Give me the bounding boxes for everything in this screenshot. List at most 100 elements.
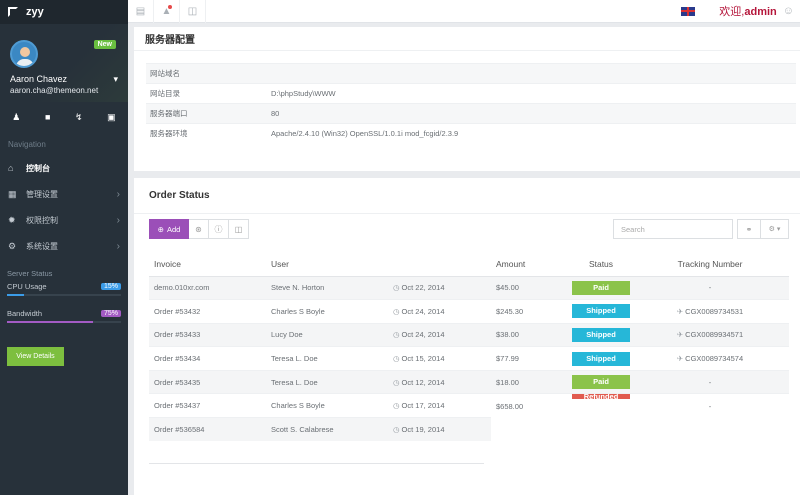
message-icon[interactable]: ■ [45, 112, 50, 128]
plane-icon: ✈ [676, 306, 684, 316]
language-flag-icon[interactable] [681, 6, 696, 16]
plane-icon: ✈ [676, 330, 684, 340]
nav-item-label: 控制台 [26, 163, 50, 173]
brand[interactable]: zyy [0, 0, 128, 24]
profile-panel: New Aaron Chavez ▾ aaron.cha@themeon.net [0, 24, 128, 102]
config-table: 网站域名 网站目录 D:\phpStudy\WWW 服务器端口 80 服务器环境 Ap… [146, 63, 796, 144]
menu-toggle-icon[interactable]: ▤ [128, 0, 154, 23]
status-badge: Paid [572, 280, 630, 295]
panel-title: 服务器配置 [134, 27, 800, 51]
config-row: 服务器环境 Apache/2.4.10 (Win32) OpenSSL/1.0.1… [146, 123, 796, 144]
top-bar-right: 欢迎,admin ☺ [681, 3, 800, 19]
sidebar: zyy New Aaron Chavez ▾ aaron.cha@themeon… [0, 0, 128, 495]
bell-icon[interactable]: ▲ [154, 0, 180, 23]
cpu-progress-track [7, 294, 121, 296]
table-row[interactable]: Order #536584 Scott S. Calabrese ◷ Oct 19… [149, 417, 789, 442]
table-row[interactable]: Order #53437 Charles S Boyle ◷ Oct 17, 20… [149, 393, 789, 418]
info-button[interactable]: ⓘ [209, 219, 229, 239]
col-invoice[interactable]: Invoice [149, 252, 266, 277]
search-input[interactable] [613, 219, 733, 239]
refresh-button[interactable]: ⚭ [737, 219, 761, 239]
welcome-text[interactable]: 欢迎,admin [719, 3, 776, 19]
user-name: Aaron Chavez [10, 74, 68, 84]
nav-item-system[interactable]: ⚙ 系统设置 › [0, 233, 128, 259]
notification-dot [168, 4, 172, 9]
table-row[interactable]: demo.010xr.com Steve N. Horton ◷ Oct 22, … [149, 275, 789, 300]
new-badge: New [93, 40, 116, 49]
panel-icon[interactable]: ◫ [180, 0, 206, 23]
panel-title: Order Status [134, 178, 800, 214]
nav-item-permissions[interactable]: ✹ 权限控制 › [0, 207, 128, 233]
col-user[interactable]: User [266, 252, 388, 277]
status-badge: Refunded [572, 394, 630, 400]
clock-icon: ◷ [393, 377, 400, 387]
nav-title: Navigation [8, 140, 46, 149]
config-row: 服务器端口 80 [146, 103, 796, 124]
col-date [388, 252, 491, 277]
logo-icon [8, 7, 18, 17]
avatar[interactable] [10, 40, 38, 68]
gear-icon: ✹ [8, 214, 16, 225]
print-button[interactable]: ⊛ [189, 219, 209, 239]
table-row[interactable]: Order #53435 Teresa L. Doe ◷ Oct 12, 2014… [149, 369, 789, 394]
config-row: 网站目录 D:\phpStudy\WWW [146, 83, 796, 104]
gear-icon: ⚙ ▾ [768, 226, 781, 233]
server-status: Server Status CPU Usage 15% Bandwidth 75… [7, 269, 121, 323]
clock-icon: ◷ [393, 354, 400, 364]
user-icon[interactable]: ♟ [12, 112, 20, 128]
user-menu-toggle[interactable]: Aaron Chavez ▾ [10, 74, 118, 85]
top-bar: ▤ ▲ ◫ 欢迎,admin ☺ [128, 0, 800, 23]
server-config-panel: 服务器配置 网站域名 网站目录 D:\phpStudy\WWW 服务器端口 80 服… [134, 27, 800, 171]
cog-icon: ⚙ [8, 240, 17, 251]
nav-list: ⌂ 控制台 ▦ 管理设置 › ✹ 权限控制 › ⚙ 系统设置 › [0, 155, 128, 259]
bandwidth-progress-fill [7, 321, 93, 323]
nav-item-label: 权限控制 [26, 215, 58, 225]
bandwidth-percent: 75% [100, 309, 121, 317]
add-button[interactable]: ⊕ Add [149, 219, 189, 239]
plus-circle-icon: ⊕ [157, 224, 164, 234]
settings-dropdown[interactable]: ⚙ ▾ [761, 219, 789, 239]
plane-icon: ✈ [676, 354, 684, 364]
order-status-panel: Order Status ⊕ Add ⊛ ⓘ ◫ ⚭ ⚙ ▾ Invoice U… [134, 178, 800, 495]
nav-item-management[interactable]: ▦ 管理设置 › [0, 181, 128, 207]
col-tracking[interactable]: Tracking Number [631, 252, 789, 277]
cpu-label: CPU Usage [7, 281, 47, 291]
bandwidth-stat: Bandwidth 75% [7, 307, 121, 323]
nav-item-label: 管理设置 [26, 189, 58, 199]
delete-button[interactable]: ◫ [229, 219, 249, 239]
cpu-progress-fill [7, 294, 25, 296]
clock-icon: ◷ [393, 330, 400, 340]
lock-icon[interactable]: ▣ [107, 112, 116, 128]
view-details-button[interactable]: View Details [7, 347, 64, 366]
bolt-icon[interactable]: ↯ [75, 112, 83, 128]
table-footer-divider [149, 463, 484, 464]
table-header-row: Invoice User Amount Status Tracking Numb… [149, 252, 789, 277]
table-row[interactable]: Order #53434 Teresa L. Doe ◷ Oct 15, 2014… [149, 346, 789, 371]
brand-name: zyy [26, 6, 44, 18]
cpu-stat: CPU Usage 15% [7, 280, 121, 296]
config-row: 网站域名 [146, 63, 796, 84]
trash-icon: ◫ [234, 224, 243, 234]
user-email: aaron.cha@themeon.net [10, 86, 99, 95]
status-badge: Shipped [572, 351, 630, 366]
nav-item-label: 系统设置 [26, 241, 58, 251]
info-icon: ⓘ [214, 224, 223, 234]
cpu-percent: 15% [100, 282, 121, 290]
clock-icon: ◷ [393, 401, 400, 411]
col-amount[interactable]: Amount [491, 252, 571, 277]
table-row[interactable]: Order #53433 Lucy Doe ◷ Oct 24, 2014 $38.… [149, 322, 789, 347]
nav-item-dashboard[interactable]: ⌂ 控制台 [0, 155, 128, 181]
orders-toolbar: ⊕ Add ⊛ ⓘ ◫ ⚭ ⚙ ▾ [149, 219, 789, 239]
table-row[interactable]: Order #53432 Charles S Boyle ◷ Oct 24, 20… [149, 299, 789, 324]
chevron-right-icon: › [116, 188, 120, 200]
status-badge: Paid [572, 375, 630, 390]
orders-table: Invoice User Amount Status Tracking Numb… [149, 252, 789, 442]
col-status[interactable]: Status [571, 252, 631, 277]
caret-down-icon: ▾ [113, 74, 118, 84]
chevron-right-icon: › [116, 214, 120, 226]
profile-shortcuts: ♟ ■ ↯ ▣ [0, 102, 128, 128]
bandwidth-label: Bandwidth [7, 308, 43, 318]
status-badge: Shipped [572, 327, 630, 342]
user-icon[interactable]: ☺ [783, 5, 794, 17]
chevron-right-icon: › [116, 240, 120, 252]
